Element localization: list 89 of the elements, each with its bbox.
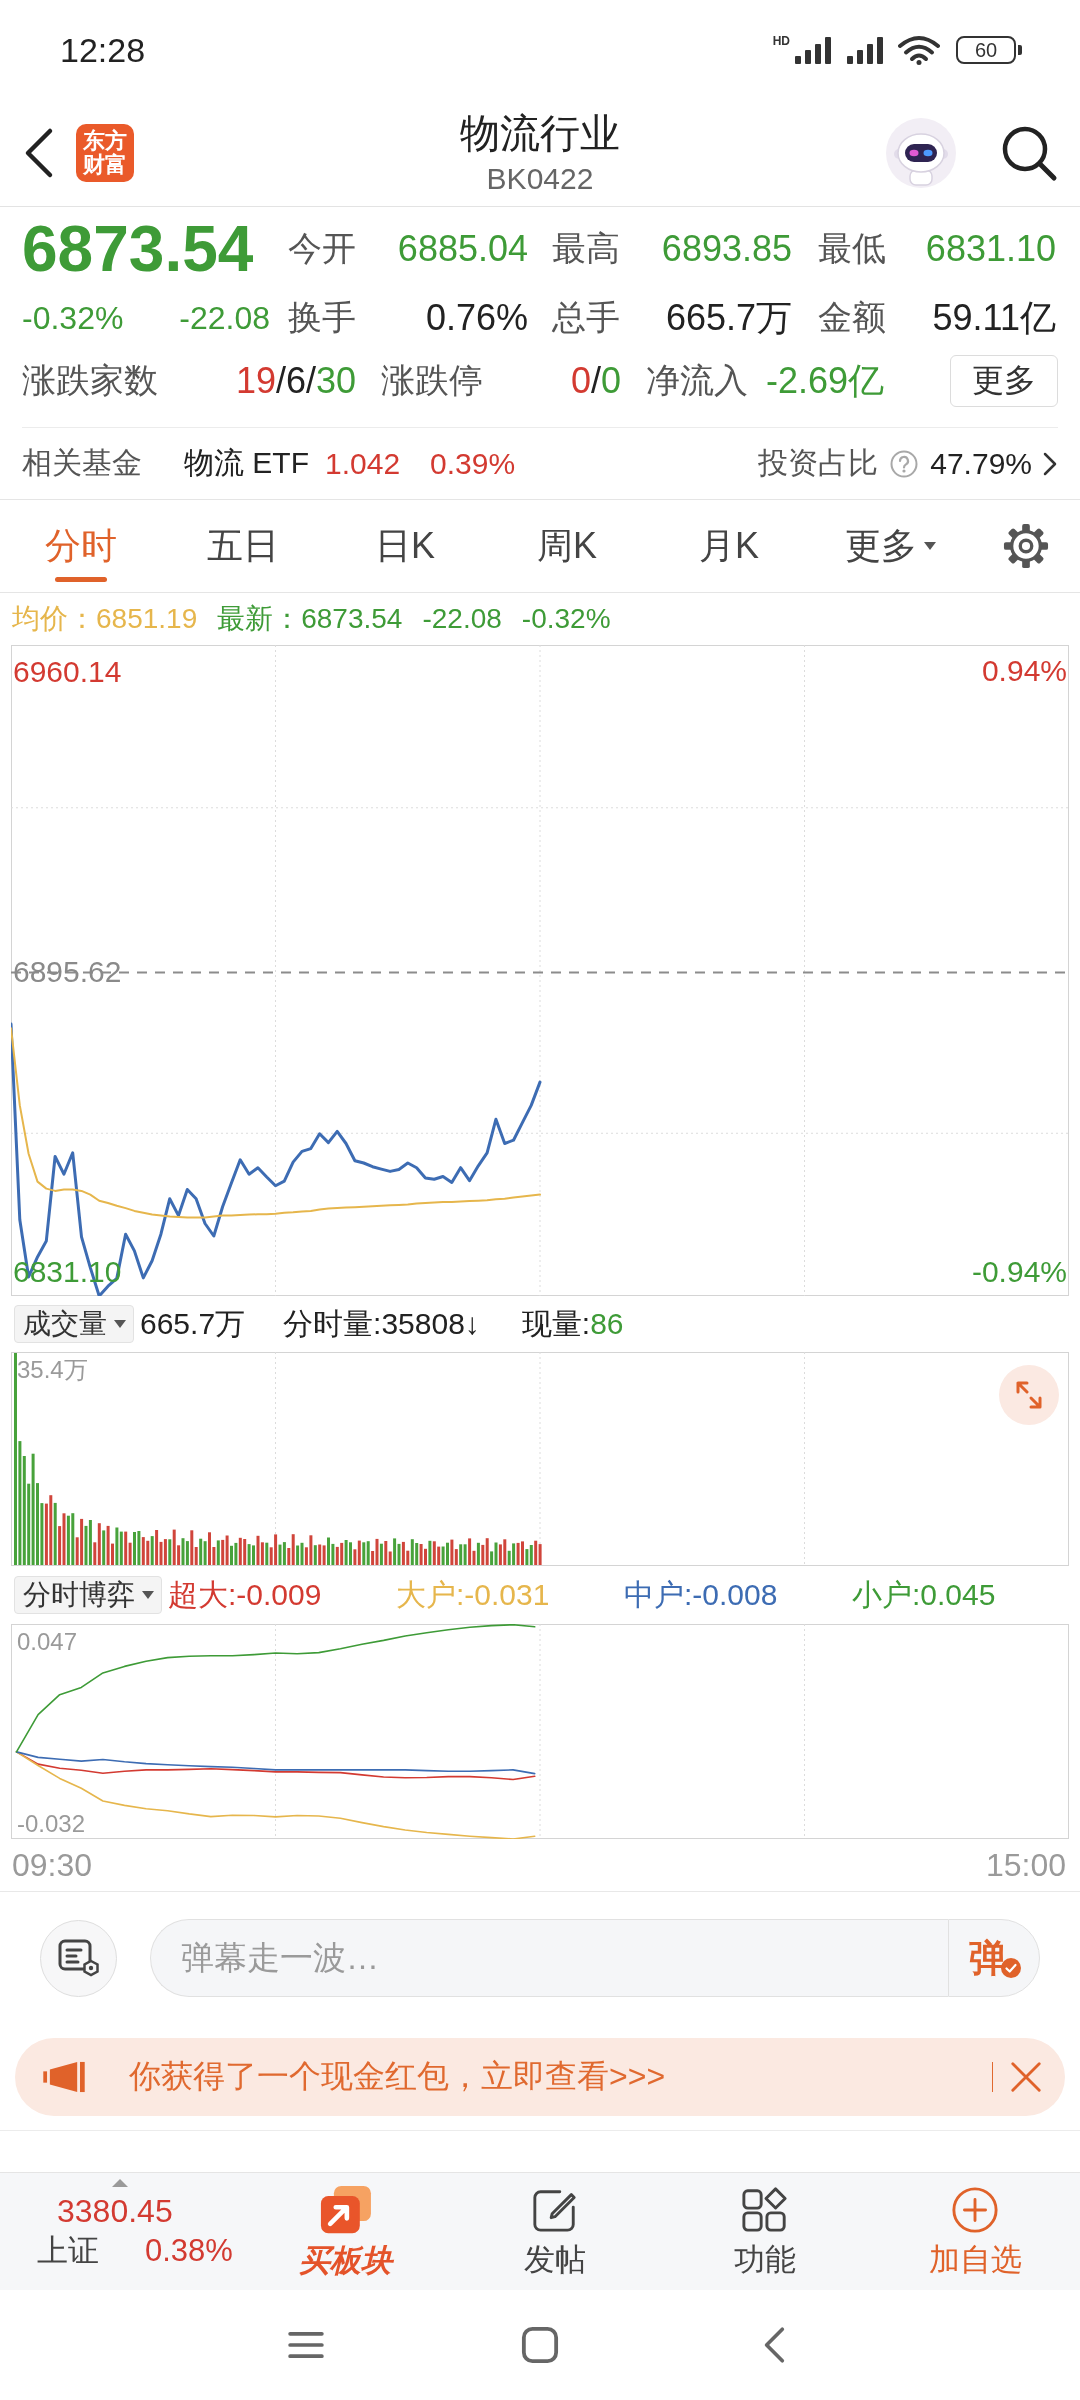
document-gear-icon — [57, 1939, 100, 1977]
page-title: 物流行业 — [460, 110, 620, 157]
home-icon[interactable] — [521, 2326, 559, 2364]
index-change: 0.38% — [145, 2232, 233, 2270]
stat-value: 0/0 — [569, 360, 621, 402]
search-icon[interactable] — [1000, 124, 1058, 182]
legend-item: -0.32% — [521, 603, 611, 635]
fund-change: 0.39% — [430, 446, 516, 481]
change-percent: -0.32% — [22, 299, 124, 337]
stat-label: 最低 — [818, 228, 887, 269]
legend-item: 均价：6851.19 — [12, 602, 198, 636]
current-volume: 现量:86 — [521, 1305, 624, 1342]
index-value: 3380.45 — [57, 2192, 174, 2231]
chevron-right-icon[interactable] — [1042, 450, 1058, 477]
battery-indicator: 60 — [956, 36, 1024, 64]
legend-item: -22.08 — [422, 603, 502, 635]
stat-value: 6885.04 — [396, 228, 528, 270]
caret-up-icon[interactable] — [112, 2179, 128, 2187]
status-time: 12:28 — [60, 30, 146, 70]
time-label: 15:00 — [985, 1846, 1066, 1884]
stat-value: 6893.85 — [660, 228, 792, 270]
axis-label: 6960.14 — [13, 654, 122, 691]
apps-icon — [741, 2185, 789, 2234]
chart-tab[interactable]: 五日 — [162, 500, 324, 592]
sector-code: BK0422 — [486, 161, 594, 197]
expand-icon[interactable] — [999, 1365, 1059, 1425]
stat-value: 665.7万 — [664, 295, 792, 340]
legend-item: 中户:-0.008 — [624, 1576, 779, 1613]
signal-icon — [846, 36, 886, 64]
axis-label: 35.4万 — [17, 1356, 88, 1384]
plus-circle-icon — [951, 2185, 999, 2234]
megaphone-icon — [43, 2061, 85, 2093]
stat-value: 0.76% — [424, 297, 528, 339]
signal-icon — [794, 36, 834, 64]
chart-tab[interactable]: 分时 — [0, 500, 162, 592]
axis-label: 6895.62 — [13, 954, 122, 991]
axis-label: 0.047 — [17, 1627, 78, 1656]
chart-tab[interactable]: 周K — [486, 500, 648, 592]
stat-label: 换手 — [288, 297, 357, 338]
stat-label: 最高 — [552, 228, 621, 269]
ratio-value[interactable]: 47.79% — [930, 446, 1032, 481]
comment-input[interactable]: 弹幕走一波… — [150, 1919, 948, 1997]
stat-label: 今开 — [288, 228, 357, 269]
settings-icon[interactable] — [1003, 523, 1049, 569]
legend-item: 最新：6873.54 — [217, 602, 403, 636]
nav-item[interactable]: 发帖 — [450, 2173, 660, 2290]
axis-label: -0.032 — [17, 1810, 86, 1838]
nav-item[interactable]: 功能 — [660, 2173, 870, 2290]
fund-name[interactable]: 物流 ETF — [184, 443, 309, 484]
chart-tab[interactable]: 更多 — [810, 500, 972, 592]
more-button[interactable]: 更多 — [950, 355, 1058, 407]
legend-item: 小户:0.045 — [852, 1576, 997, 1613]
nav-item[interactable]: 买板块 — [240, 2173, 450, 2290]
caret-down-icon — [113, 1319, 127, 1329]
axis-label: -0.94% — [971, 1254, 1067, 1290]
app-logo: 东方财富 — [76, 124, 134, 182]
legend-item: 大户:-0.031 — [396, 1576, 551, 1613]
stat-value: 59.11亿 — [931, 295, 1056, 340]
change-amount: -22.08 — [179, 299, 270, 337]
stat-label: 金额 — [818, 297, 887, 338]
close-icon[interactable] — [1009, 2060, 1043, 2094]
last-price: 6873.54 — [22, 212, 255, 287]
caret-down-icon — [141, 1590, 155, 1600]
chart-tab[interactable]: 日K — [324, 500, 486, 592]
check-badge-icon — [1001, 1958, 1021, 1978]
menu-icon[interactable] — [287, 2331, 325, 2359]
stat-label: 净流入 — [646, 360, 749, 401]
stat-value: 19/6/30 — [234, 360, 356, 402]
indicator-dropdown[interactable]: 分时博弈 — [14, 1576, 162, 1614]
legend-item: 超大:-0.009 — [168, 1576, 323, 1613]
stat-value: 6831.10 — [924, 228, 1056, 270]
axis-label: 0.94% — [981, 653, 1067, 689]
volume-total: 665.7万 — [140, 1305, 246, 1342]
stat-value: -2.69亿 — [765, 358, 886, 403]
ratio-label: 投资占比 — [758, 445, 879, 481]
section-label: 相关基金 — [22, 445, 142, 481]
fund-price: 1.042 — [325, 446, 401, 481]
chart-tab[interactable]: 月K — [648, 500, 810, 592]
stat-label: 总手 — [552, 297, 621, 338]
minute-volume: 分时量:35808↓ — [283, 1305, 480, 1342]
stat-label: 涨跌停 — [381, 360, 484, 401]
network-type-label: HD — [772, 35, 790, 47]
caret-down-icon — [923, 541, 937, 551]
stat-label: 涨跌家数 — [22, 360, 159, 401]
time-label: 09:30 — [12, 1846, 93, 1884]
indicator-dropdown[interactable]: 成交量 — [14, 1305, 134, 1343]
robot-avatar-icon[interactable] — [886, 118, 956, 188]
wifi-icon — [898, 35, 940, 65]
index-name: 上证 — [37, 2232, 99, 2270]
